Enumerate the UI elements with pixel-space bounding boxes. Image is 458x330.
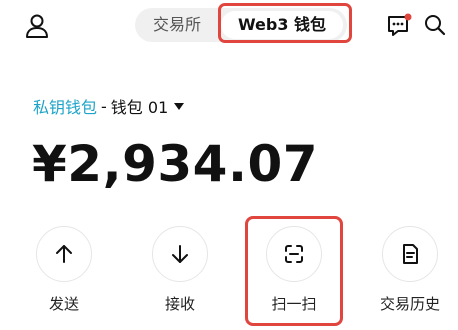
- receive-button[interactable]: 接收: [148, 226, 212, 314]
- tab-exchange[interactable]: 交易所: [135, 8, 219, 42]
- highlight-box-scan: [245, 216, 343, 326]
- arrow-up-icon: [56, 245, 72, 263]
- history-label: 交易历史: [379, 295, 440, 313]
- send-icon-circle[interactable]: [36, 226, 92, 282]
- receive-icon-circle[interactable]: [152, 226, 208, 282]
- wallet-name: 钱包 01: [110, 98, 169, 117]
- send-button[interactable]: 发送: [32, 226, 96, 314]
- total-balance: ¥2,934.07: [32, 135, 319, 193]
- caret-down-icon[interactable]: [174, 102, 185, 110]
- top-bar: 交易所 Web3 钱包: [0, 0, 458, 56]
- wallet-selector[interactable]: 私钥钱包 - 钱包 01: [33, 95, 185, 117]
- highlight-box-web3-tab: [218, 3, 352, 43]
- transaction-history-button[interactable]: 交易历史: [378, 226, 442, 314]
- notification-dot: [404, 13, 412, 21]
- user-icon[interactable]: [24, 13, 50, 39]
- send-label: 发送: [48, 295, 79, 313]
- chat-icon[interactable]: [386, 13, 412, 39]
- wallet-type-label: 私钥钱包: [33, 98, 98, 117]
- wallet-separator: -: [101, 96, 107, 116]
- receive-label: 接收: [164, 295, 195, 313]
- search-icon[interactable]: [423, 13, 447, 37]
- history-icon-circle[interactable]: [382, 226, 438, 282]
- arrow-down-icon: [172, 245, 188, 263]
- document-icon: [403, 244, 418, 264]
